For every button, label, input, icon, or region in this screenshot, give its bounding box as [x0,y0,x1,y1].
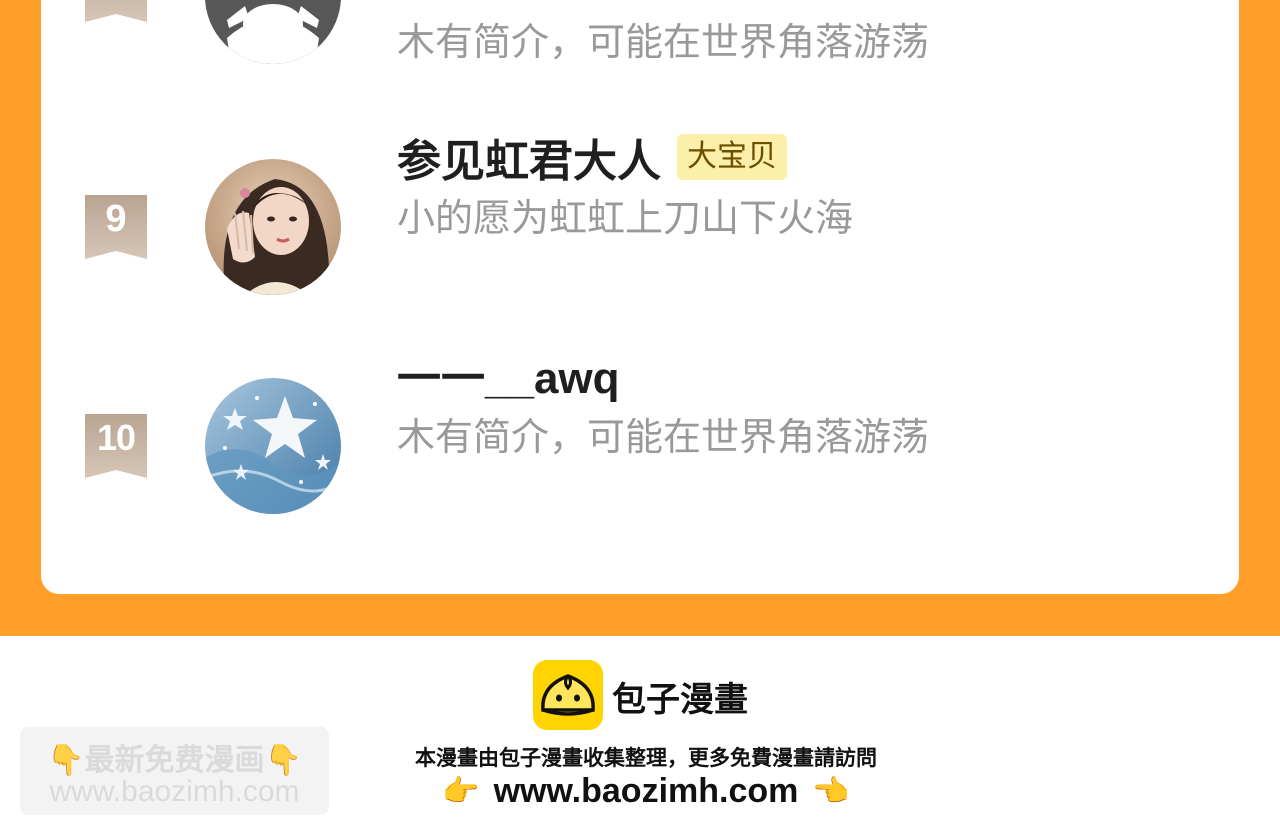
ranking-row[interactable]: 10 一一__awq 木有简介，可能在世界角落游荡 [41,354,1239,516]
brand-name[interactable]: 包子漫畫 [612,672,748,721]
user-name-line: 一一__awq [397,348,620,403]
pointing-left-hand-icon: 👈 [812,774,850,809]
bun-icon [541,674,595,716]
user-name-line: 参见虹君大人 大宝贝 [397,131,787,187]
user-name[interactable]: 参见虹君大人 [397,125,661,189]
rank-ribbon: 9 [85,195,147,259]
user-bio: 小的愿为虹虹上刀山下火海 [397,196,854,240]
user-badge: 大宝贝 [677,134,787,180]
default-avatar[interactable] [205,0,341,64]
stars-photo [205,378,341,514]
user-bio: 木有简介，可能在世界角落游荡 [397,415,930,459]
user-bio: 木有简介，可能在世界角落游荡 [397,20,930,64]
footer-link[interactable]: www.baozimh.com [494,772,799,811]
ranking-row[interactable]: 9 参见虹君大人 大宝贝 小的愿为虹虹上刀山下火海 [41,134,1239,297]
rank-ribbon: 10 [85,414,147,478]
user-silhouette-icon [205,0,341,64]
girl-photo-avatar[interactable] [205,159,341,295]
portrait-photo [205,159,341,295]
pointing-right-hand-icon: 👉 [442,774,480,809]
baozi-logo-icon[interactable] [533,660,603,730]
rank-number: 8 [85,0,147,4]
rank-number: 9 [105,198,127,240]
rank-ribbon: 8 [85,0,147,22]
ranking-card: 8 木有简介，可能在世界角落游荡 [41,0,1239,594]
ranking-row[interactable]: 8 木有简介，可能在世界角落游荡 [41,0,1239,68]
blue-star-avatar[interactable] [205,378,341,514]
footer-note: 本漫畫由包子漫畫收集整理，更多免費漫畫請訪問 [415,746,877,770]
footer-url-row: 👉 www.baozimh.com 👈 [0,772,1280,811]
ranking-panel-background: 8 木有简介，可能在世界角落游荡 [0,0,1280,636]
user-name[interactable]: 一一__awq [397,342,620,406]
rank-number: 10 [96,417,136,458]
